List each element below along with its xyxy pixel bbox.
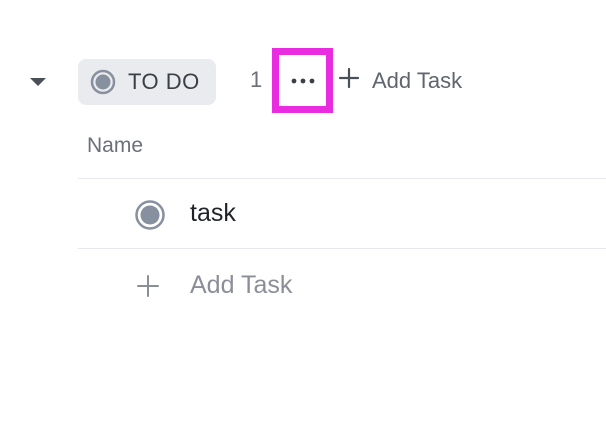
caret-down-icon (24, 72, 52, 92)
row-divider (78, 248, 606, 249)
collapse-toggle[interactable] (24, 72, 52, 92)
status-circle-icon (90, 69, 116, 95)
plus-icon (338, 67, 360, 95)
task-count: 1 (250, 67, 263, 92)
column-header-name[interactable]: Name (87, 134, 143, 158)
status-pill[interactable]: TO DO (78, 59, 216, 105)
ellipsis-icon (289, 72, 317, 90)
add-task-row[interactable]: Add Task (78, 250, 606, 322)
task-name[interactable]: task (190, 199, 236, 228)
status-group-header: TO DO 1 Add Task (0, 48, 606, 114)
plus-icon (136, 274, 160, 303)
table-row[interactable]: task (78, 180, 606, 248)
status-label: TO DO (128, 69, 200, 94)
header-divider (78, 178, 606, 179)
add-task-label: Add Task (372, 68, 463, 93)
add-task-button[interactable]: Add Task (338, 63, 462, 99)
more-options-button[interactable] (272, 48, 333, 113)
add-task-label: Add Task (190, 271, 293, 299)
